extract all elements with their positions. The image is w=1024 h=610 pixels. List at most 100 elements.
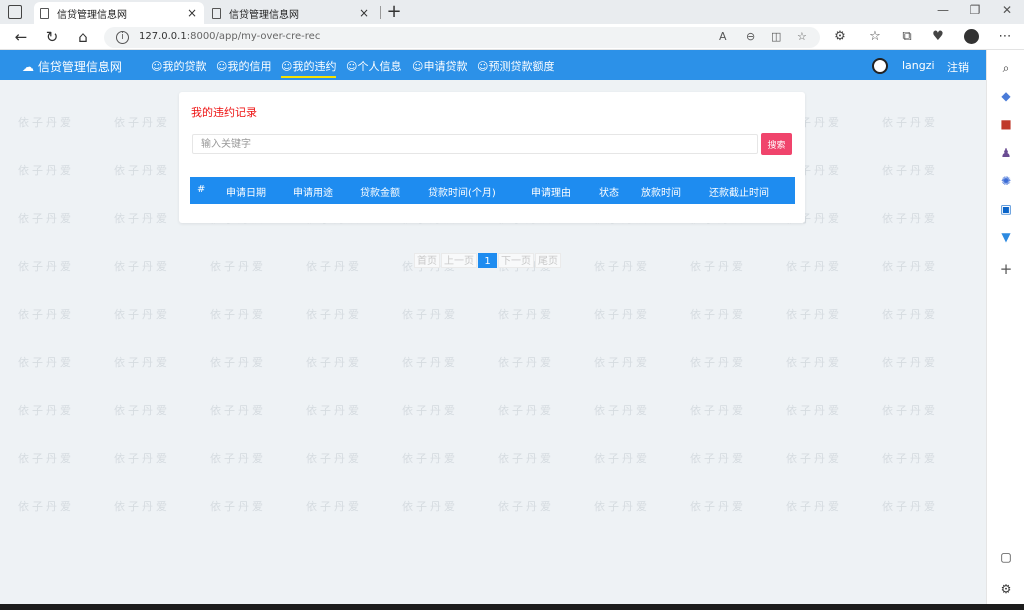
user-circle-icon: ☺ — [216, 60, 228, 73]
toolbox-icon[interactable]: ■ — [998, 116, 1014, 132]
watermark-text: 依子丹爱 — [306, 500, 362, 513]
nav-item-label: 个人信息 — [357, 60, 402, 73]
watermark-text: 依子丹爱 — [306, 260, 362, 273]
tab-actions-icon[interactable] — [8, 5, 22, 19]
nav-item-label: 我的信用 — [227, 60, 272, 73]
watermark-text: 依子丹爱 — [786, 356, 842, 369]
column-header: 状态 — [599, 188, 619, 199]
url-host: 127.0.0.1 — [139, 31, 187, 42]
brand-label: 信贷管理信息网 — [37, 60, 122, 74]
nav-item-apply-loan[interactable]: ☺申请贷款 — [412, 58, 467, 76]
watermark-text: 依子丹爱 — [18, 452, 74, 465]
app-viewport: 依子丹爱 依子丹爱 依子丹爱 依子丹爱 依子丹爱 依子丹爱 依子丹爱 依子丹爱 依子丹爱 依子丹爱… — [0, 50, 986, 610]
watermark-text: 依子丹爱 — [114, 212, 170, 225]
nav-item-label: 我的贷款 — [162, 60, 207, 73]
table-header: # 申请日期 申请用途 贷款金额 贷款时间(个月) 申请理由 状态 放款时间 还… — [190, 177, 795, 204]
nav-item-label: 预测贷款额度 — [488, 60, 555, 73]
site-info-icon[interactable]: i — [116, 31, 129, 44]
search-input[interactable] — [192, 134, 758, 154]
restore-icon[interactable]: ❐ — [967, 3, 983, 17]
more-menu-icon[interactable]: ⋯ — [997, 29, 1013, 44]
performance-icon[interactable]: ♥ — [930, 29, 946, 44]
tag-icon[interactable]: ◆ — [998, 88, 1014, 104]
browser-tab[interactable]: 信贷管理信息网 × — [206, 2, 376, 24]
favorite-add-icon[interactable]: ☆ — [797, 30, 807, 43]
column-header: 申请用途 — [293, 188, 333, 199]
nav-item-profile[interactable]: ☺个人信息 — [346, 58, 401, 76]
username[interactable]: langzi — [902, 59, 935, 72]
column-header: 申请理由 — [531, 188, 571, 199]
search-button[interactable]: 搜索 — [761, 133, 792, 155]
read-aloud-icon[interactable]: A — [719, 30, 727, 43]
close-icon[interactable]: × — [358, 6, 370, 20]
watermark-text: 依子丹爱 — [882, 356, 938, 369]
brand[interactable]: ☁ 信贷管理信息网 — [22, 58, 122, 75]
watermark-text: 依子丹爱 — [594, 452, 650, 465]
watermark-text: 依子丹爱 — [402, 404, 458, 417]
watermark-text: 依子丹爱 — [594, 404, 650, 417]
zoom-icon[interactable]: ⊖ — [746, 30, 755, 43]
collections-icon[interactable]: ⧉ — [899, 29, 915, 44]
watermark-text: 依子丹爱 — [882, 164, 938, 177]
watermark-text: 依子丹爱 — [210, 356, 266, 369]
outlook-icon[interactable]: ▣ — [998, 201, 1014, 217]
home-icon[interactable]: ⌂ — [74, 28, 92, 46]
url-bar[interactable]: i 127.0.0.1:8000/app/my-over-cre-rec A ⊖… — [104, 27, 820, 48]
prev-page-button[interactable]: 上一页 — [441, 253, 477, 268]
watermark-text: 依子丹爱 — [306, 452, 362, 465]
watermark-text: 依子丹爱 — [882, 308, 938, 321]
watermark-text: 依子丹爱 — [114, 164, 170, 177]
favorites-icon[interactable]: ☆ — [867, 29, 883, 44]
last-page-button[interactable]: 尾页 — [535, 253, 561, 268]
watermark-text: 依子丹爱 — [786, 500, 842, 513]
profile-avatar[interactable] — [964, 29, 979, 44]
search-icon[interactable]: ⌕ — [998, 60, 1014, 76]
watermark-text: 依子丹爱 — [786, 260, 842, 273]
card-title: 我的违约记录 — [191, 106, 257, 119]
next-page-button[interactable]: 下一页 — [498, 253, 534, 268]
first-page-button[interactable]: 首页 — [414, 253, 440, 268]
back-icon[interactable]: ← — [12, 28, 30, 46]
nav-item-my-loans[interactable]: ☺我的贷款 — [151, 58, 206, 76]
watermark-text: 依子丹爱 — [402, 500, 458, 513]
games-icon[interactable]: ♟ — [998, 145, 1014, 161]
close-icon[interactable]: × — [186, 6, 198, 20]
watermark-text: 依子丹爱 — [402, 452, 458, 465]
watermark-text: 依子丹爱 — [882, 452, 938, 465]
refresh-icon[interactable]: ↻ — [43, 28, 61, 46]
pagination: 首页 上一页 1 下一页 尾页 — [414, 253, 562, 268]
taskbar-edge — [0, 604, 1024, 610]
cloud-icon: ☁ — [22, 60, 38, 74]
watermark-text: 依子丹爱 — [210, 452, 266, 465]
nav-item-my-credit[interactable]: ☺我的信用 — [216, 58, 271, 76]
watermark-text: 依子丹爱 — [210, 500, 266, 513]
current-page[interactable]: 1 — [478, 253, 497, 268]
watermark-text: 依子丹爱 — [882, 260, 938, 273]
minimize-icon[interactable]: — — [935, 3, 951, 17]
extensions-icon[interactable]: ⚙ — [832, 29, 848, 44]
screenshot-icon[interactable]: ▢ — [998, 549, 1014, 565]
split-screen-icon[interactable]: ◫ — [771, 30, 781, 43]
watermark-text: 依子丹爱 — [114, 500, 170, 513]
user-circle-icon: ☺ — [412, 60, 424, 73]
new-tab-icon[interactable]: + — [386, 1, 402, 22]
watermark-text: 依子丹爱 — [18, 308, 74, 321]
copilot-icon[interactable]: ✺ — [998, 173, 1014, 189]
logout-link[interactable]: 注销 — [947, 59, 969, 75]
watermark-text: 依子丹爱 — [690, 356, 746, 369]
settings-gear-icon[interactable]: ⚙ — [998, 581, 1014, 597]
browser-tab-active[interactable]: 信贷管理信息网 × — [34, 2, 204, 24]
avatar[interactable] — [872, 58, 888, 74]
watermark-text: 依子丹爱 — [498, 452, 554, 465]
close-window-icon[interactable]: ✕ — [999, 3, 1015, 17]
column-header: 还款截止时间 — [709, 188, 769, 199]
add-icon[interactable]: + — [998, 261, 1014, 277]
watermark-text: 依子丹爱 — [114, 308, 170, 321]
nav-item-my-defaults[interactable]: ☺我的违约 — [281, 58, 337, 78]
watermark-text: 依子丹爱 — [114, 116, 170, 129]
default-records-card: 我的违约记录 搜索 # 申请日期 申请用途 贷款金额 贷款时间(个月) 申请理由… — [179, 92, 805, 223]
nav-item-predict-limit[interactable]: ☺预测贷款额度 — [477, 58, 554, 76]
watermark-text: 依子丹爱 — [114, 356, 170, 369]
drop-icon[interactable]: ▼ — [998, 229, 1014, 245]
url-text: 127.0.0.1:8000/app/my-over-cre-rec — [139, 31, 320, 42]
